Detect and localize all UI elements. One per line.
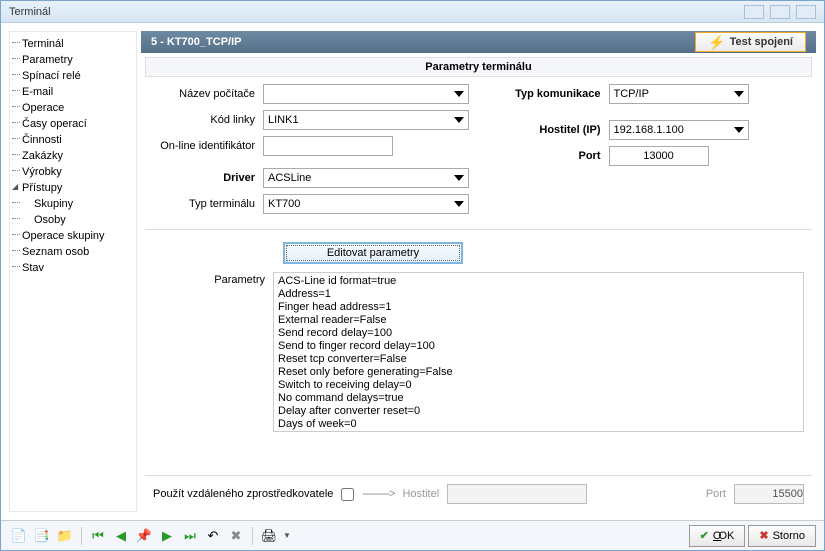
- tree-item-casy[interactable]: Časy operací: [12, 116, 134, 132]
- nazev-select[interactable]: [263, 84, 469, 104]
- tree-item-vyrobky[interactable]: Výrobky: [12, 164, 134, 180]
- pin-icon[interactable]: 📌: [134, 526, 154, 546]
- typ-select[interactable]: KT700: [263, 194, 469, 214]
- copy-icon[interactable]: 📑: [32, 526, 52, 546]
- online-input[interactable]: [263, 136, 393, 156]
- tree-item-osoby[interactable]: Osoby: [12, 212, 134, 228]
- host-select[interactable]: 192.168.1.100: [609, 120, 749, 140]
- kom-label: Typ komunikace: [489, 88, 609, 100]
- ok-button[interactable]: ✔OOK: [689, 525, 746, 547]
- tree-item-skupiny[interactable]: Skupiny: [12, 196, 134, 212]
- window-title: Terminál: [9, 6, 51, 18]
- tree-item-cinnosti[interactable]: Činnosti: [12, 132, 134, 148]
- prev-icon[interactable]: ◀: [111, 526, 131, 546]
- navigation-tree: Terminál Parametry Spínací relé E-mail O…: [9, 31, 137, 512]
- params-label: Parametry: [153, 272, 273, 286]
- kom-select[interactable]: TCP/IP: [609, 84, 749, 104]
- params-textarea[interactable]: ACS-Line id format=true Address=1 Finger…: [273, 272, 804, 432]
- footer-toolbar: 📄 📑 📁 ⏮ ◀ 📌 ▶ ⏭ ↶ ✖ 🖨 ▼ ✔OOK ✖Storno: [1, 520, 824, 550]
- tree-item-zakazky[interactable]: Zakázky: [12, 148, 134, 164]
- remote-use-checkbox[interactable]: [341, 488, 354, 501]
- port-label: Port: [489, 150, 609, 162]
- nazev-label: Název počítače: [153, 88, 263, 100]
- host-label: Hostitel (IP): [489, 124, 609, 136]
- terminal-header: 5 - KT700_TCP/IP ⚡ Test spojení: [141, 31, 816, 53]
- tree-item-email[interactable]: E-mail: [12, 84, 134, 100]
- remote-host-label: Hostitel: [402, 488, 439, 500]
- kod-select[interactable]: LINK1: [263, 110, 469, 130]
- bolt-icon: ⚡: [708, 34, 725, 51]
- tree-item-operace[interactable]: Operace: [12, 100, 134, 116]
- cancel-button[interactable]: ✖Storno: [748, 525, 816, 547]
- folder-icon[interactable]: 📁: [55, 526, 75, 546]
- port-input[interactable]: [609, 146, 709, 166]
- test-connection-button[interactable]: ⚡ Test spojení: [695, 32, 806, 52]
- remote-row: Použít vzdáleného zprostředkovatele ----…: [145, 475, 812, 512]
- remote-port-input: [734, 484, 804, 504]
- driver-label: Driver: [153, 172, 263, 184]
- titlebar: Terminál: [1, 1, 824, 23]
- tree-item-operace-skupiny[interactable]: Operace skupiny: [12, 228, 134, 244]
- tree-item-pristupy[interactable]: Přístupy: [12, 180, 134, 196]
- delete-icon[interactable]: ✖: [226, 526, 246, 546]
- typ-label: Typ terminálu: [153, 198, 263, 210]
- online-label: On-line identifikátor: [153, 140, 263, 152]
- tree-item-seznam[interactable]: Seznam osob: [12, 244, 134, 260]
- first-icon[interactable]: ⏮: [88, 526, 108, 546]
- print-dropdown-icon[interactable]: ▼: [283, 531, 291, 540]
- min-button[interactable]: [744, 5, 764, 19]
- kod-label: Kód linky: [153, 114, 263, 126]
- undo-icon[interactable]: ↶: [203, 526, 223, 546]
- tree-item-terminal[interactable]: Terminál: [12, 36, 134, 52]
- section-title: Parametry terminálu: [145, 57, 812, 77]
- terminal-title: 5 - KT700_TCP/IP: [151, 36, 241, 48]
- remote-port-label: Port: [706, 488, 726, 500]
- print-icon[interactable]: 🖨: [259, 526, 279, 546]
- tree-item-spinaci[interactable]: Spínací relé: [12, 68, 134, 84]
- remote-use-label: Použít vzdáleného zprostředkovatele: [153, 488, 333, 500]
- new-icon[interactable]: 📄: [9, 526, 29, 546]
- cross-icon: ✖: [759, 529, 768, 542]
- next-icon[interactable]: ▶: [157, 526, 177, 546]
- max-button[interactable]: [770, 5, 790, 19]
- arrow-icon: ---------->: [362, 488, 394, 500]
- tree-item-stav[interactable]: Stav: [12, 260, 134, 276]
- close-button[interactable]: [796, 5, 816, 19]
- tree-item-parametry[interactable]: Parametry: [12, 52, 134, 68]
- check-icon: ✔: [700, 529, 709, 542]
- edit-params-button[interactable]: Editovat parametry: [283, 242, 463, 264]
- driver-select[interactable]: ACSLine: [263, 168, 469, 188]
- last-icon[interactable]: ⏭: [180, 526, 200, 546]
- remote-host-input: [447, 484, 587, 504]
